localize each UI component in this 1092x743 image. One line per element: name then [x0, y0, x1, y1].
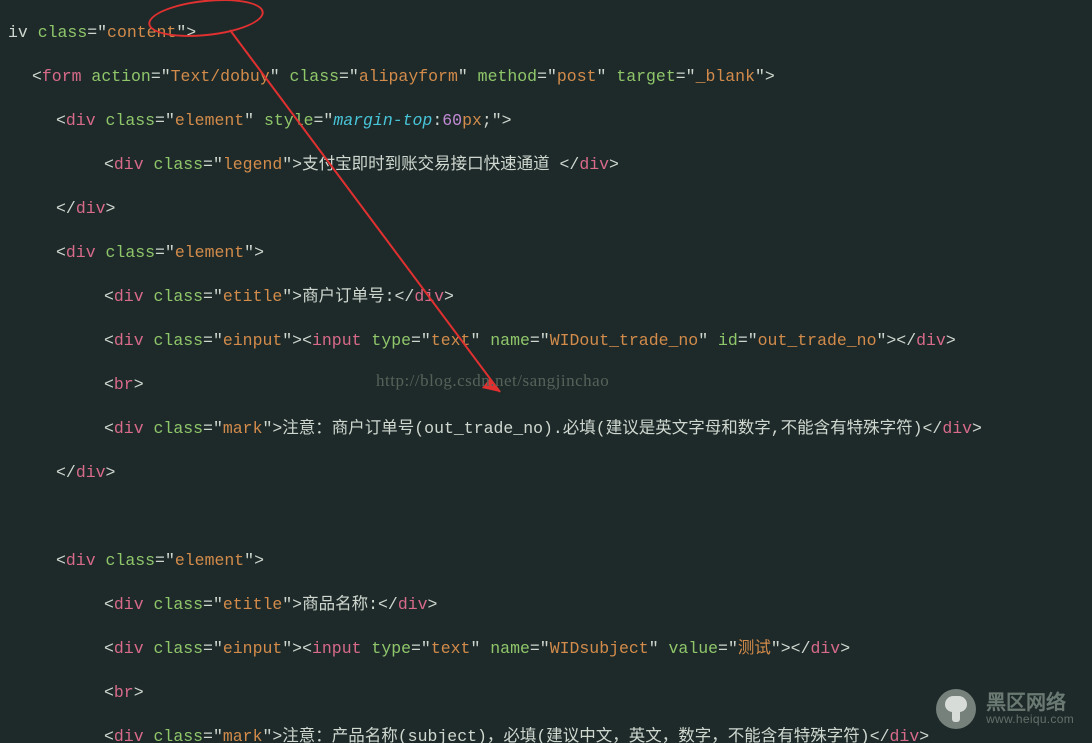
code-line: <br>: [0, 682, 1092, 704]
code-view[interactable]: iv class="content"> <form action="Text/d…: [0, 0, 1092, 743]
code-line: <div class="mark">注意：产品名称(subject)，必填(建议…: [0, 726, 1092, 743]
code-line: <div class="etitle">商品名称:</div>: [0, 594, 1092, 616]
code-line: iv class="content">: [0, 22, 1092, 44]
code-line: <div class="einput"><input type="text" n…: [0, 638, 1092, 660]
code-line: <div class="mark">注意：商户订单号(out_trade_no)…: [0, 418, 1092, 440]
code-line: <div class="einput"><input type="text" n…: [0, 330, 1092, 352]
code-line: <div class="etitle">商户订单号:</div>: [0, 286, 1092, 308]
code-line: <br>: [0, 374, 1092, 396]
code-line: <div class="legend">支付宝即时到账交易接口快速通道 </di…: [0, 154, 1092, 176]
code-line: </div>: [0, 462, 1092, 484]
code-line: <div class="element">: [0, 550, 1092, 572]
code-line: <div class="element" style="margin-top:6…: [0, 110, 1092, 132]
code-line: [0, 506, 1092, 528]
code-line: <form action="Text/dobuy" class="alipayf…: [0, 66, 1092, 88]
code-line: <div class="element">: [0, 242, 1092, 264]
code-line: </div>: [0, 198, 1092, 220]
